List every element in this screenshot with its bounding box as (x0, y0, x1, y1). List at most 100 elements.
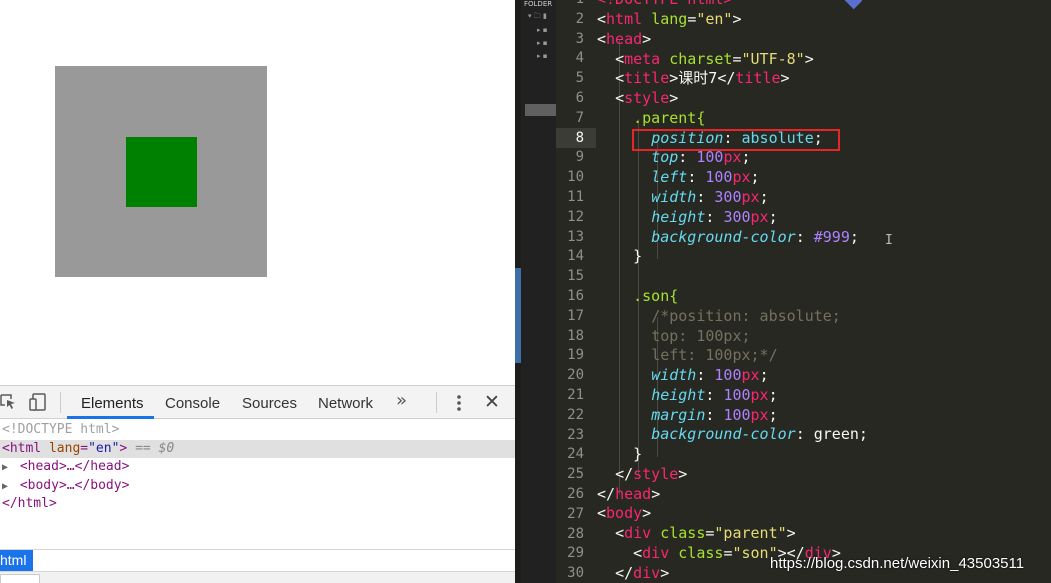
head-collapsed: <head>…</head> (19, 459, 130, 474)
drawer-tab[interactable] (0, 574, 40, 583)
number: 300 (714, 188, 742, 206)
code-line-21[interactable]: height: 100px; (597, 386, 777, 406)
code-line-3[interactable]: <head> (597, 30, 651, 50)
line-number: 20 (567, 367, 584, 384)
code-line-13[interactable]: background-color: #999; (597, 228, 859, 248)
line-number: 8 (575, 129, 584, 146)
property: background-color (651, 228, 796, 246)
watermark: https://blog.csdn.net/weixin_43503511 (770, 555, 1025, 572)
string: "en" (696, 10, 733, 28)
line-number: 16 (567, 288, 584, 304)
property: width (651, 366, 697, 384)
code-line-11[interactable]: width: 300px; (597, 188, 768, 208)
folder-row[interactable]: ▸ ▪ (537, 52, 547, 60)
brace: } (633, 445, 643, 463)
tag: div (624, 524, 652, 542)
tab-elements[interactable]: Elements (81, 395, 144, 412)
code-line-28[interactable]: <div class="parent"> (597, 524, 796, 544)
code-line-7[interactable]: .parent{ (597, 109, 705, 129)
number: 300 (723, 208, 751, 226)
comment: top: 100px; (651, 327, 751, 345)
string: "parent" (714, 524, 787, 542)
toolbar-divider (436, 392, 437, 413)
code-line-12[interactable]: height: 300px; (597, 208, 777, 228)
code-line-4[interactable]: <meta charset="UTF-8"> (597, 50, 814, 70)
property: width (651, 188, 697, 206)
code-line-2[interactable]: <html lang="en"> (597, 10, 742, 30)
close-icon[interactable]: ✕ (484, 391, 500, 413)
code-line-22[interactable]: margin: 100px; (597, 406, 777, 426)
code-line-5[interactable]: <title>课时7</title> (597, 69, 790, 89)
dom-doctype[interactable]: <!DOCTYPE html> (0, 421, 515, 440)
code-line-26[interactable]: </head> (597, 485, 660, 505)
folder-row[interactable]: ▾ 🗀 ▮ (528, 12, 547, 20)
tab-sources[interactable]: Sources (242, 395, 297, 412)
expand-triangle-icon[interactable]: ▶ (2, 459, 12, 478)
line-number: 5 (575, 70, 584, 87)
code-line-24[interactable]: } (597, 445, 642, 465)
expand-triangle-icon[interactable]: ▶ (2, 478, 12, 497)
code-line-18[interactable]: top: 100px; (597, 327, 751, 347)
line-number: 1 (556, 0, 584, 10)
property: margin (651, 406, 706, 424)
minimap-viewport[interactable] (525, 104, 559, 116)
kebab-menu-icon[interactable] (450, 392, 468, 414)
dom-html-node[interactable]: <html lang="en"> == $0 (0, 439, 515, 458)
breadcrumb-html[interactable]: html (0, 550, 33, 571)
active-tab-indicator (67, 416, 154, 419)
code-line-30[interactable]: </div> (597, 564, 669, 583)
code-line-6[interactable]: <style> (597, 89, 678, 109)
selector: .parent{ (633, 109, 706, 127)
dom-html-close[interactable]: </html> (0, 495, 515, 514)
inspect-icon[interactable] (0, 393, 18, 411)
unit: px (741, 188, 760, 206)
attr: class (678, 544, 724, 562)
line-number: 13 (567, 228, 584, 245)
html-close-tag: </html> (2, 496, 57, 511)
unit: px (750, 386, 769, 404)
property: height (651, 386, 706, 404)
code-line-1[interactable]: <!DOCTYPE html> (597, 0, 732, 10)
line-number: 23 (567, 426, 584, 443)
dom-body-node[interactable]: ▶ <body>…</body> (0, 477, 515, 496)
unit: px (732, 168, 751, 186)
tag: html (606, 10, 643, 28)
code-line-19[interactable]: left: 100px;*/ (597, 346, 777, 366)
attr-eq: = (80, 440, 89, 456)
brace: } (633, 247, 643, 265)
tab-network[interactable]: Network (318, 395, 373, 412)
text-cursor-icon: I (885, 233, 893, 248)
folder-row[interactable]: ▸ ▪ (537, 26, 547, 34)
code-line-16[interactable]: .son{ (597, 287, 678, 307)
page-viewport (0, 0, 515, 385)
code-line-23[interactable]: background-color: green; (597, 425, 868, 445)
line-number: 27 (567, 505, 584, 522)
browser-pane: Elements Console Sources Network » ✕ <!D… (0, 0, 515, 583)
line-number: 21 (567, 387, 584, 403)
string: "UTF-8" (741, 50, 805, 68)
code-line-10[interactable]: left: 100px; (597, 168, 759, 188)
tag: style (633, 465, 679, 483)
code-editor: FOLDER ▾ 🗀 ▮ ▸ ▪ ▸ ▪ ▸ ▪ 123456789101112… (515, 0, 1051, 583)
doctype-text: <!DOCTYPE html> (2, 422, 120, 437)
line-number: 6 (575, 90, 584, 106)
line-number: 11 (567, 189, 584, 205)
tab-marker (843, 0, 863, 10)
code-line-17[interactable]: /*position: absolute; (597, 307, 841, 327)
breadcrumb: html (0, 549, 515, 571)
devtools-panel: Elements Console Sources Network » ✕ <!D… (0, 385, 515, 583)
device-toolbar-icon[interactable] (29, 393, 47, 411)
tab-console[interactable]: Console (165, 395, 220, 412)
code-line-25[interactable]: </style> (597, 465, 687, 485)
attr: class (660, 524, 706, 542)
line-number: 28 (567, 525, 584, 542)
dom-head-node[interactable]: ▶ <head>…</head> (0, 458, 515, 477)
code-line-27[interactable]: <body> (597, 504, 651, 524)
tag: meta (624, 50, 661, 68)
more-tabs-icon[interactable]: » (396, 390, 407, 411)
tag: title (735, 69, 781, 87)
tag: head (615, 485, 652, 503)
code-line-14[interactable]: } (597, 247, 642, 267)
folder-row[interactable]: ▸ ▪ (537, 39, 547, 47)
code-line-20[interactable]: width: 100px; (597, 366, 768, 386)
